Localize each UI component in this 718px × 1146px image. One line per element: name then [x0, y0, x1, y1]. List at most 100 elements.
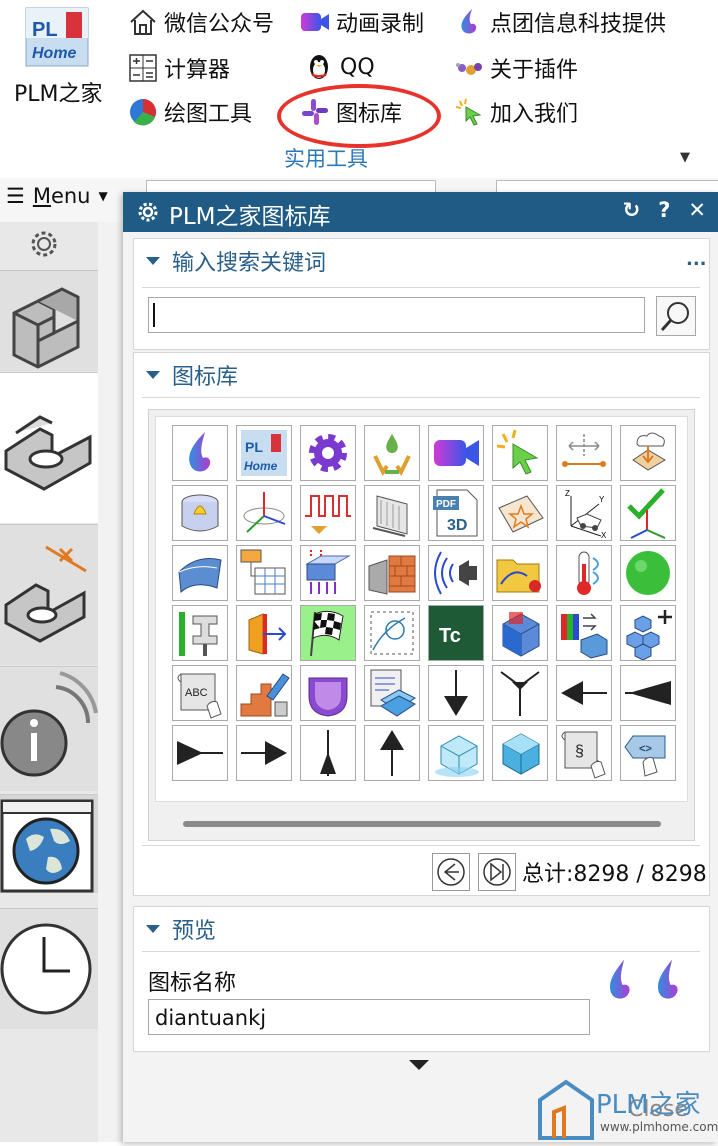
icon-cell-tc-logo-icon[interactable]: Tc [428, 605, 484, 661]
icon-cell-cube-stack-add-icon[interactable] [620, 605, 676, 661]
icon-cell-arrow-left-wedge-icon[interactable] [620, 665, 676, 721]
icon-cell-cloud-upload-icon[interactable] [620, 425, 676, 481]
icon-cell-arrow-down-wedge-icon[interactable] [492, 665, 548, 721]
icon-cell-vehicle-axes-icon[interactable]: Z Y X [556, 485, 612, 541]
library-section-title: 图标库 [172, 365, 239, 390]
animation-record-button[interactable]: 动画录制 [300, 6, 424, 38]
join-us-button[interactable]: 加入我们 [454, 96, 578, 128]
svg-text:PDF: PDF [436, 499, 456, 510]
assembly-navigator-tab[interactable] [0, 372, 98, 523]
icon-cell-recycle-droplet-icon[interactable] [364, 425, 420, 481]
part-navigator-tab[interactable] [0, 270, 98, 371]
help-icon[interactable]: ? [658, 198, 670, 222]
surface-feature-icon [372, 495, 408, 537]
plm-home-logo-icon[interactable]: PL Home [20, 6, 94, 68]
icon-cell-scroll-section-icon[interactable]: § [556, 725, 612, 781]
icon-cell-check-axes-icon[interactable] [620, 485, 676, 541]
qq-button[interactable]: QQ [304, 52, 375, 82]
icon-cell-video-camera-icon[interactable] [428, 425, 484, 481]
icon-cell-cube-light-icon[interactable] [428, 725, 484, 781]
vehicle-axes-icon: Z Y X [565, 489, 607, 540]
icon-cell-click-cursor-icon[interactable] [492, 425, 548, 481]
diantuan-provider-button[interactable]: 点团信息科技提供 [454, 6, 666, 38]
icon-cell-table-link-icon[interactable] [236, 545, 292, 601]
icon-cell-arrow-left-line-icon[interactable] [556, 665, 612, 721]
icon-cell-arrow-up-line-icon[interactable] [364, 725, 420, 781]
icon-cell-sketch-star-icon[interactable] [492, 485, 548, 541]
icon-cell-cylinder-part-icon[interactable] [172, 485, 228, 541]
icon-cell-door-arrow-icon[interactable] [236, 605, 292, 661]
wechat-account-button[interactable]: 微信公众号 [128, 6, 274, 38]
icon-cell-curved-surface-icon[interactable] [172, 545, 228, 601]
stairs-pencil-icon [240, 673, 290, 717]
icon-cell-code-tag-hand-icon[interactable]: <> [620, 725, 676, 781]
preview-section-header[interactable]: 预览 [146, 913, 216, 945]
icon-cell-dimension-line-icon[interactable] [556, 425, 612, 481]
constraint-navigator-tab[interactable] [0, 524, 98, 665]
search-section-header[interactable]: 输入搜索关键词 [146, 245, 326, 277]
drawing-tool-button[interactable]: 绘图工具 [128, 96, 252, 128]
icon-cell-shell-part-icon[interactable] [300, 665, 356, 721]
icon-cell-arrow-right-line-icon[interactable] [236, 725, 292, 781]
icon-cell-report-layers-icon[interactable] [364, 665, 420, 721]
next-page-button[interactable] [478, 853, 516, 891]
home-icon [128, 7, 158, 37]
icon-cell-gear-cog-icon[interactable] [300, 425, 356, 481]
icon-cell-clamp-fixture-icon[interactable] [172, 605, 228, 661]
search-input[interactable] [148, 297, 645, 333]
icon-cell-arrow-right-wedge-icon[interactable] [172, 725, 228, 781]
icon-name-field[interactable]: diantuankj [148, 999, 590, 1035]
folder-bolt-icon [496, 559, 541, 593]
icon-cell-thermometer-icon[interactable] [556, 545, 612, 601]
search-button[interactable] [656, 296, 696, 336]
icon-cell-pdf-3d-icon[interactable]: PDF 3D [428, 485, 484, 541]
icon-cell-droplet-icon[interactable] [172, 425, 228, 481]
icon-cell-brick-wall-icon[interactable] [364, 545, 420, 601]
dimension-line-icon [562, 434, 606, 467]
menu-button[interactable]: ☰ Menu ▼ [6, 184, 108, 208]
calculator-button[interactable]: 计算器 [128, 52, 230, 84]
animation-record-label: 动画录制 [336, 12, 425, 37]
dialog-collapse-icon[interactable] [409, 1060, 429, 1070]
history-tab[interactable] [0, 666, 98, 791]
icon-cell-load-arrows-icon[interactable] [300, 545, 356, 601]
icon-cell-plm-home-logo-icon[interactable]: PL Home [236, 425, 292, 481]
icon-cell-stairs-pencil-icon[interactable] [236, 665, 292, 721]
preview-section: 预览 图标名称 diantuankj [133, 906, 710, 1052]
ribbon-dropdown-icon[interactable]: ▼ [680, 150, 690, 165]
icon-cell-pulse-wave-icon[interactable] [300, 485, 356, 541]
reset-icon[interactable]: ↻ [623, 198, 641, 222]
dialog-title-bar: PLM之家图标库 ↻ ? ✕ [123, 192, 718, 232]
previous-page-button[interactable] [432, 853, 470, 891]
arrow-right-line-icon [241, 741, 287, 765]
about-plugin-button[interactable]: 关于插件 [454, 52, 578, 84]
calculator-icon [128, 53, 158, 83]
icon-cell-folder-bolt-icon[interactable] [492, 545, 548, 601]
icon-cell-surface-feature-icon[interactable] [364, 485, 420, 541]
clock-tab[interactable] [0, 908, 98, 1029]
web-browser-tab[interactable] [0, 794, 98, 893]
library-section-header[interactable]: 图标库 [146, 359, 238, 391]
video-camera-icon [300, 7, 330, 37]
settings-gear-icon[interactable] [28, 228, 60, 264]
cube-cyan-icon [502, 733, 540, 775]
icon-cell-cube-cyan-icon[interactable] [492, 725, 548, 781]
horizontal-scrollbar[interactable] [183, 821, 661, 827]
icon-cell-abc-scroll-icon[interactable]: ABC [172, 665, 228, 721]
globe-browser-icon [0, 799, 94, 893]
icon-cell-cube-face-icon[interactable] [492, 605, 548, 661]
close-icon[interactable]: ✕ [688, 198, 706, 222]
icon-cell-green-ball-icon[interactable] [620, 545, 676, 601]
divider [142, 951, 700, 952]
icon-cell-books-transfer-icon[interactable] [556, 605, 612, 661]
cube-stack-add-icon [626, 610, 672, 660]
collapse-triangle-icon [146, 257, 160, 265]
icon-cell-sketch-circle-icon[interactable] [364, 605, 420, 661]
more-options-button[interactable]: ... [686, 249, 707, 270]
icon-cell-arrow-up-wedge-icon[interactable] [300, 725, 356, 781]
icon-cell-coordinate-axes-icon[interactable] [236, 485, 292, 541]
icon-cell-arrow-down-line-icon[interactable] [428, 665, 484, 721]
check-axes-icon [627, 488, 666, 539]
icon-cell-sound-wave-icon[interactable] [428, 545, 484, 601]
icon-cell-checkered-flag-icon[interactable] [300, 605, 356, 661]
